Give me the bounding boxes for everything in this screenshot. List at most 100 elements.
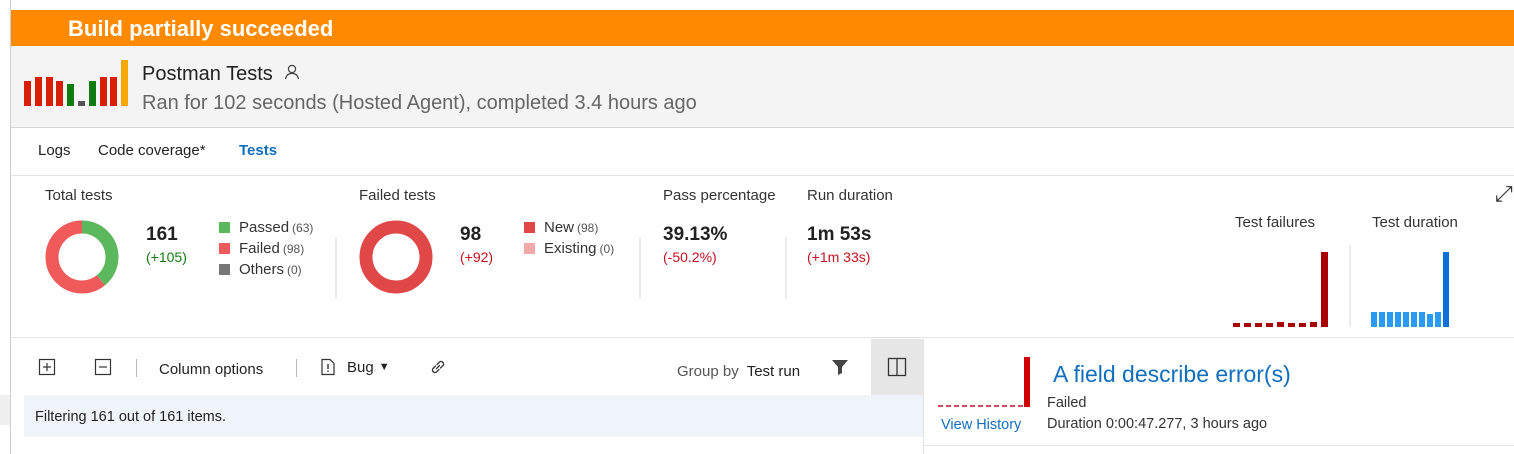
results-toolbar: Column options Bug ▼ Group by Test run — [24, 339, 923, 395]
legend-existing[interactable]: Existing (0) — [524, 238, 614, 259]
group-by-label: Group by — [677, 362, 739, 380]
mini-chart-bar[interactable] — [1371, 312, 1377, 327]
history-bar[interactable] — [78, 101, 85, 106]
group-by-value: Test run — [746, 362, 801, 380]
run-duration-value: 1m 53s — [807, 224, 872, 245]
mini-chart-bar[interactable] — [1379, 312, 1385, 327]
mini-chart-bar[interactable] — [1411, 312, 1417, 327]
total-tests-label: Total tests — [45, 187, 113, 204]
total-tests-donut[interactable] — [44, 219, 120, 295]
tab-bar: Logs Code coverage* Tests — [11, 128, 1514, 176]
history-bar[interactable] — [99, 77, 107, 106]
failed-tests-label: Failed tests — [359, 187, 436, 204]
failed-tests-donut[interactable] — [358, 219, 434, 295]
legend-others[interactable]: Others (0) — [219, 259, 313, 280]
legend-label: New — [544, 219, 575, 236]
mini-chart-bar[interactable] — [1255, 323, 1262, 327]
filter-status-bar: Filtering 161 out of 161 items. — [24, 395, 923, 437]
column-options-button[interactable]: Column options — [159, 341, 263, 397]
total-tests-value: 161 — [146, 224, 178, 245]
history-bar[interactable] — [67, 84, 75, 106]
history-bar[interactable] — [121, 60, 129, 106]
build-history-bars[interactable] — [24, 60, 134, 106]
history-bar[interactable] — [24, 81, 31, 106]
total-tests-legend: Passed (63) Failed (98) Others (0) — [219, 217, 313, 280]
mini-chart-bar[interactable] — [1395, 312, 1401, 327]
legend-new[interactable]: New (98) — [524, 217, 614, 238]
toggle-detail-pane-button[interactable] — [871, 339, 923, 395]
test-duration-label: Test duration — [1372, 214, 1458, 231]
mini-chart-bar[interactable] — [1435, 312, 1441, 327]
build-title-row: Postman Tests — [142, 63, 300, 86]
plus-box-icon — [38, 358, 56, 376]
filter-icon — [832, 360, 848, 375]
build-title[interactable]: Postman Tests — [142, 63, 273, 85]
mini-chart-bar[interactable] — [1233, 323, 1240, 327]
legend-failed[interactable]: Failed (98) — [219, 238, 313, 259]
history-bar[interactable] — [45, 77, 53, 106]
legend-count: (0) — [287, 263, 302, 277]
tab-code-coverage[interactable]: Code coverage* — [98, 142, 206, 159]
passed-swatch — [219, 222, 230, 233]
mini-chart-bar[interactable] — [1321, 252, 1328, 327]
total-tests-delta: (+105) — [146, 249, 187, 265]
test-failures-chart[interactable] — [1233, 247, 1333, 327]
history-bar[interactable] — [110, 77, 118, 106]
collapse-all-button[interactable] — [94, 339, 112, 395]
test-failures-label: Test failures — [1235, 214, 1316, 231]
results-grid-header — [24, 437, 923, 454]
mini-chart-bar[interactable] — [1419, 312, 1425, 327]
legend-count: (98) — [577, 221, 599, 235]
caret-down-icon: ▼ — [378, 361, 390, 373]
mini-chart-bar[interactable] — [1244, 323, 1251, 327]
mini-chart-bar[interactable] — [1277, 322, 1284, 327]
mini-chart-bar[interactable] — [1310, 322, 1317, 327]
mini-chart-bar[interactable] — [1288, 323, 1295, 327]
test-duration-chart[interactable] — [1371, 247, 1471, 327]
legend-label: Existing — [544, 240, 597, 257]
mini-chart-bar[interactable] — [1443, 252, 1449, 327]
expand-all-button[interactable] — [38, 339, 56, 395]
test-duration-text: Duration 0:00:47.277, 3 hours ago — [1047, 416, 1268, 432]
legend-count: (0) — [599, 242, 615, 256]
failed-tests-value: 98 — [460, 224, 482, 245]
divider — [924, 445, 1514, 446]
failed-tests-legend: New (98) Existing (0) — [524, 217, 614, 259]
new-swatch — [524, 222, 535, 233]
legend-label: Failed — [239, 240, 280, 257]
tab-logs[interactable]: Logs — [38, 142, 71, 159]
mini-chart-bar[interactable] — [1266, 323, 1273, 327]
mini-chart-bar[interactable] — [1427, 314, 1433, 327]
group-by-control[interactable]: Group by Test run — [677, 343, 800, 399]
link-icon — [431, 360, 445, 374]
divider — [639, 237, 641, 299]
history-bar[interactable] — [88, 81, 96, 106]
tab-tests[interactable]: Tests — [239, 142, 277, 159]
build-subtitle: Ran for 102 seconds (Hosted Agent), comp… — [142, 92, 697, 114]
run-duration-delta: (+1m 33s) — [807, 249, 871, 265]
expand-icon[interactable]: ⤢ — [1495, 181, 1513, 207]
bug-icon — [321, 358, 335, 376]
donut-slice-new[interactable] — [359, 220, 433, 294]
bug-label: Bug — [347, 358, 374, 376]
legend-passed[interactable]: Passed (63) — [219, 217, 313, 238]
view-history-link[interactable]: View History — [941, 417, 1021, 433]
bug-button[interactable]: Bug ▼ — [319, 339, 390, 395]
mini-chart-bar[interactable] — [1387, 312, 1393, 327]
toolbar-divider — [296, 359, 297, 377]
link-button[interactable] — [428, 339, 448, 395]
existing-swatch — [524, 243, 535, 254]
others-swatch — [219, 264, 230, 275]
history-bar[interactable] — [34, 77, 42, 106]
test-status: Failed — [1047, 395, 1087, 411]
failed-swatch — [219, 243, 230, 254]
mini-chart-bar[interactable] — [1299, 323, 1306, 327]
pass-percentage-delta: (-50.2%) — [663, 249, 717, 265]
legend-count: (98) — [282, 242, 305, 256]
test-title-link[interactable]: A field describe error(s) — [1053, 361, 1291, 388]
history-bar[interactable] — [56, 81, 64, 106]
mini-chart-bar[interactable] — [1403, 312, 1409, 327]
test-history-sparkline[interactable] — [938, 355, 1034, 411]
failed-tests-delta: (+92) — [460, 249, 494, 265]
filter-button[interactable] — [830, 339, 850, 395]
